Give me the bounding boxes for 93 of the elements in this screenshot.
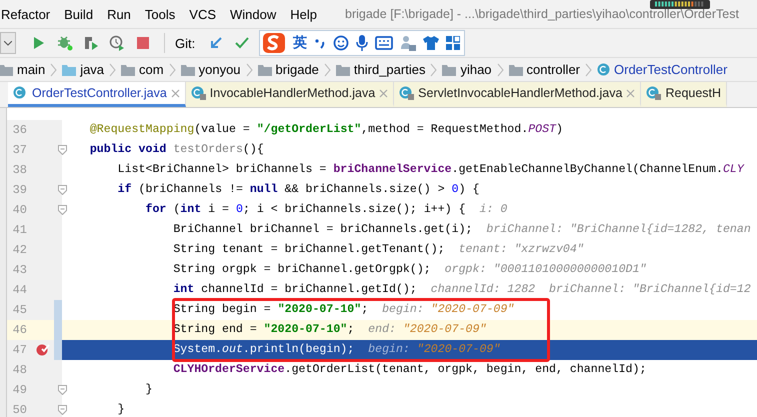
menu-item[interactable]: Window [226,6,280,22]
line-number: 48 [12,363,27,377]
folder-icon [121,64,136,76]
menu-item[interactable]: Refactor [0,6,54,22]
breakpoint-icon[interactable] [36,344,50,356]
level-meter-icon [650,0,710,9]
grid-icon[interactable] [446,36,460,50]
line-number: 43 [12,263,27,277]
editor-tab[interactable]: ServletInvocableHandlerMethod.java [394,82,642,107]
code-line: for (int i = 0; i < briChannels.size(); i++) { i: 0 [62,200,757,220]
folder-icon [508,64,523,76]
folder-icon [180,64,195,76]
clock-play-icon[interactable] [109,35,125,51]
code-line: if (briChannels != null && briChannels.size() > 0) { [62,180,757,200]
breadcrumb-item[interactable]: yihao [439,62,495,77]
line-number: 50 [12,403,27,417]
code-line: } [62,380,757,400]
breadcrumb-item[interactable]: java [59,62,108,77]
line-number: 49 [12,383,27,397]
close-icon[interactable] [379,88,388,98]
chevron-icon [430,62,438,76]
line-number: 39 [12,183,27,197]
code-line: } [62,400,757,417]
chevron-icon [109,62,116,76]
menu-item[interactable]: Run [103,6,135,22]
editor-tab[interactable]: OrderTestController.java [8,82,186,107]
check-icon[interactable] [235,37,250,49]
microphone-icon[interactable] [356,35,368,51]
folder-icon [0,64,13,76]
run-icon[interactable] [33,36,45,50]
coverage-icon[interactable] [83,35,99,51]
s-logo-icon[interactable] [262,32,286,54]
chevron-icon [324,62,331,76]
chevron-icon [246,62,253,76]
class-icon [597,63,610,76]
menu-item[interactable]: VCS [185,6,220,22]
chevron-icon [50,62,58,76]
fold-marker-icon[interactable] [58,145,67,155]
fold-marker-icon[interactable] [58,205,67,215]
menu-item[interactable]: Help [286,6,322,22]
update-arrow-icon[interactable] [209,36,224,50]
person-icon[interactable] [400,35,416,51]
close-icon[interactable] [626,88,636,98]
line-number: 45 [12,303,27,317]
code-line: String tenant = briChannel.getTenant(); tenant: "xzrwzv04" [172,242,585,258]
line-number: 46 [12,323,27,337]
breadcrumb-item[interactable]: com [118,62,167,77]
editor-tab[interactable]: RequestH [641,82,728,107]
chevron-icon [585,62,592,76]
line-number: 47 [12,343,27,357]
breadcrumb-item[interactable]: main [0,62,48,77]
menu-item[interactable]: Build [60,6,98,22]
breadcrumb-item[interactable]: yonyou [178,62,244,77]
code-line: String begin = "2020-07-10"; begin: "2020-07-09" [172,302,516,318]
line-number: 44 [12,283,27,297]
fold-marker-icon[interactable] [58,405,67,415]
keyboard-icon[interactable] [375,36,394,50]
fold-marker-icon[interactable] [58,385,67,395]
folder-icon [442,64,456,76]
smiley-icon[interactable] [333,35,350,51]
line-number: 38 [12,163,27,177]
code-line: BriChannel briChannel = briChannels.get(i); briChannel: "BriChannel{id=1282, tenan [172,222,752,238]
code-line: CLYHOrderService.getOrderList(tenant, orgpk, begin, end, channelId); [172,362,648,378]
fold-marker-icon[interactable] [58,185,67,195]
git-label: Git: [175,36,196,50]
breadcrumb-item[interactable]: third_parties [332,62,428,77]
line-number: 36 [12,123,27,137]
folder-icon [258,64,272,76]
window-title: brigade [F:\brigade] - ...\brigade\third_parties\yihao\controller\OrderTest [345,7,739,21]
dropdown-button[interactable] [0,32,16,54]
line-number: 40 [12,203,27,217]
bug-icon[interactable] [57,35,73,51]
code-line: public void testOrders(){ [62,140,757,160]
code-line: String orgpk = briChannel.getOrgpk(); orgpk: "000110100000000010D1" [172,262,648,278]
editor-tab[interactable]: InvocableHandlerMethod.java [186,82,394,107]
close-icon[interactable] [170,88,180,98]
line-number: 37 [12,143,27,157]
caret-icon [4,40,12,46]
code-line: List<BriChannel> briChannels = briChannelService.getEnableChannelByChannel(ChannelEnum.CLY [116,162,746,178]
line-number: 41 [12,223,27,237]
code-line: int channelId = briChannel.getId(); channelId: 1282 briChannel: "BriChannel{id=12 [172,282,752,298]
menu-item[interactable]: Tools [140,6,180,22]
breadcrumb-item[interactable]: OrderTestController [594,62,730,77]
breadcrumb-item[interactable]: controller [506,62,583,77]
folder-icon [62,64,76,76]
chevron-icon [168,62,176,76]
code-line: @RequestMapping(value = "/getOrderList",method = RequestMethod.POST) [88,122,564,138]
chevron-icon [496,62,504,76]
line-number: 42 [12,243,27,257]
shirt-icon[interactable] [423,35,440,51]
folder-icon [336,64,350,76]
breadcrumb-item[interactable]: brigade [254,62,322,77]
language-toggle[interactable]: 英 [293,34,308,52]
